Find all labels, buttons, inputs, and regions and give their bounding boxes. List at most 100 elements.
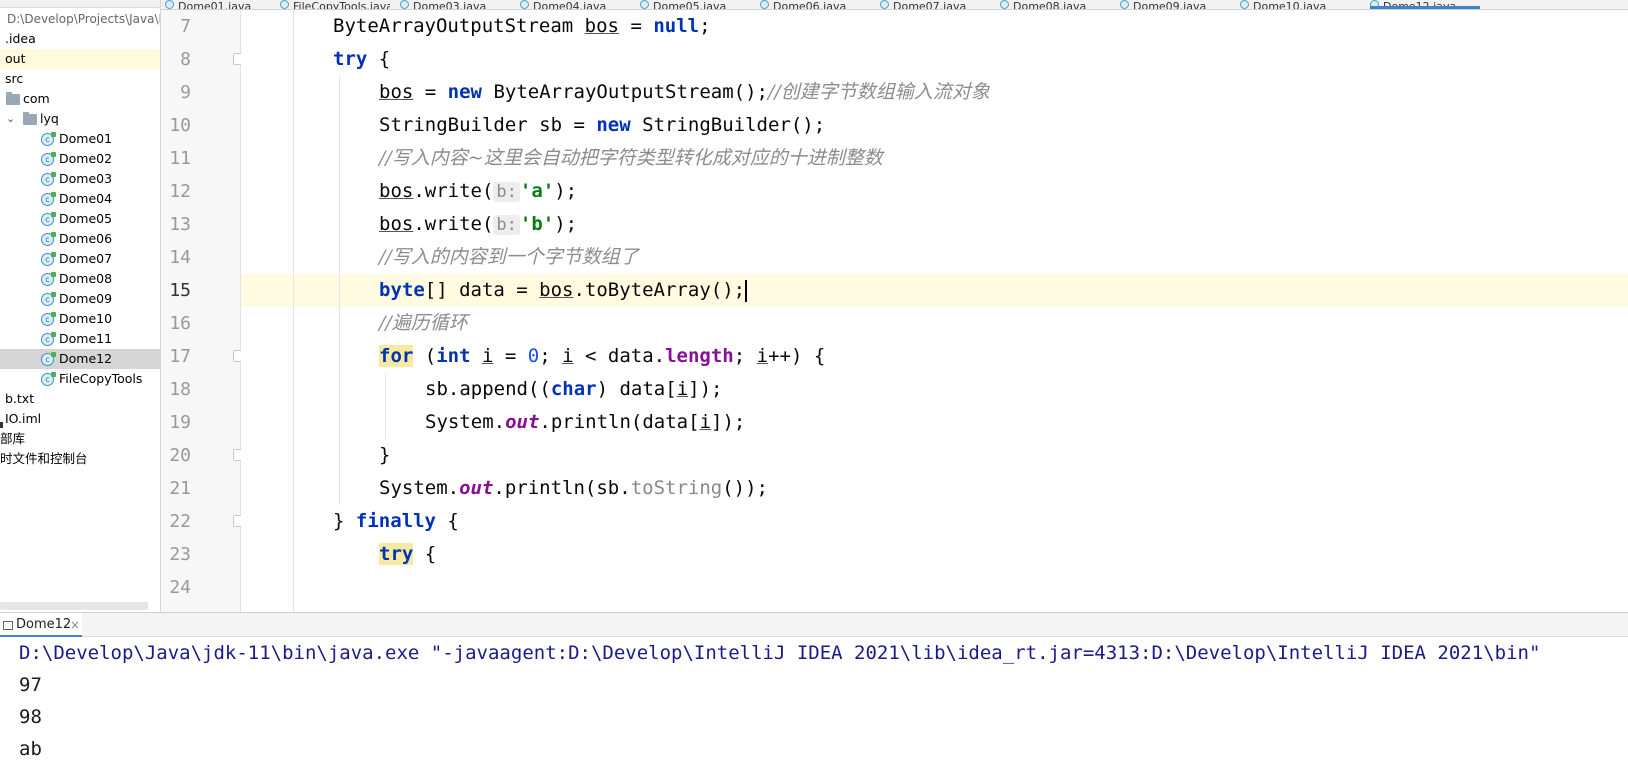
- java-class-icon: c: [41, 372, 56, 386]
- package-icon: [6, 92, 20, 105]
- editor-gutter: 7 8 9 10 11 12 13 14 15 16 17 18 19 20 2…: [161, 10, 245, 612]
- java-class-icon: c: [41, 292, 56, 306]
- tree-item-b-txt[interactable]: b.txt: [0, 389, 160, 409]
- java-class-icon: [880, 0, 889, 9]
- java-class-icon: [640, 0, 649, 9]
- tree-item-idea[interactable]: .idea: [0, 29, 160, 49]
- line-number: 22: [169, 511, 191, 532]
- run-config-icon: [3, 621, 13, 630]
- line-number: 16: [169, 313, 191, 334]
- java-class-icon: c: [41, 192, 56, 206]
- tree-item-scratches[interactable]: 时文件和控制台: [0, 449, 160, 469]
- code-editor[interactable]: ByteArrayOutputStream bos = null; try { …: [241, 10, 1628, 612]
- tab-dome10[interactable]: Dome10.java: [1240, 0, 1350, 9]
- java-class-icon: c: [41, 352, 56, 366]
- line-number: 21: [169, 478, 191, 499]
- project-tree: D:\Develop\Projects\Java\I .idea out src…: [0, 0, 161, 612]
- text-caret: [745, 279, 748, 302]
- project-root-path[interactable]: D:\Develop\Projects\Java\I: [0, 9, 160, 29]
- tree-item-dome11[interactable]: c Dome11: [0, 329, 160, 349]
- tab-dome05[interactable]: Dome05.java: [640, 0, 750, 9]
- java-class-icon: [1370, 0, 1379, 6]
- line-number: 23: [169, 544, 191, 565]
- tree-item-dome02[interactable]: c Dome02: [0, 149, 160, 169]
- java-class-icon: [1120, 0, 1129, 9]
- tree-item-external-libraries[interactable]: 部库: [0, 429, 160, 449]
- tree-item-src[interactable]: src: [0, 69, 160, 89]
- line-number: 20: [169, 445, 191, 466]
- tree-item-io-iml[interactable]: IO.iml: [0, 409, 160, 429]
- tab-dome01[interactable]: Dome01.java: [165, 0, 275, 9]
- tree-item-out[interactable]: out: [0, 49, 160, 69]
- console-line: 98: [19, 706, 42, 728]
- code-line-8: try {: [333, 48, 391, 70]
- code-line-14: //写入的内容到一个字节数组了: [379, 246, 639, 268]
- tree-item-dome07[interactable]: c Dome07: [0, 249, 160, 269]
- chevron-down-icon[interactable]: ⌄: [6, 109, 15, 129]
- tree-item-dome09[interactable]: c Dome09: [0, 289, 160, 309]
- tree-item-dome04[interactable]: c Dome04: [0, 189, 160, 209]
- line-number: 19: [169, 412, 191, 433]
- code-line-16: //遍历循环: [379, 312, 468, 334]
- java-class-icon: [760, 0, 769, 9]
- java-class-icon: [280, 0, 289, 9]
- indent-guide: [339, 76, 340, 505]
- code-line-12: bos.write(b:'a');: [379, 180, 578, 202]
- tab-dome09[interactable]: Dome09.java: [1120, 0, 1230, 9]
- line-number: 7: [180, 16, 191, 37]
- tree-item-com[interactable]: com: [0, 89, 160, 109]
- java-class-icon: c: [41, 232, 56, 246]
- line-number-current: 15: [169, 280, 191, 301]
- code-line-7: ByteArrayOutputStream bos = null;: [333, 15, 711, 37]
- code-line-10: StringBuilder sb = new StringBuilder();: [379, 114, 826, 136]
- line-number: 12: [169, 181, 191, 202]
- tree-item-dome08[interactable]: c Dome08: [0, 269, 160, 289]
- code-line-11: //写入内容~这里会自动把字符类型转化成对应的十进制整数: [379, 147, 883, 169]
- console-line: D:\Develop\Java\jdk-11\bin\java.exe "-ja…: [19, 642, 1541, 664]
- tree-item-dome06[interactable]: c Dome06: [0, 229, 160, 249]
- tree-item-dome05[interactable]: c Dome05: [0, 209, 160, 229]
- line-number: 8: [180, 49, 191, 70]
- tab-dome03[interactable]: Dome03.java: [400, 0, 510, 9]
- line-number: 18: [169, 379, 191, 400]
- java-class-icon: c: [41, 212, 56, 226]
- tab-dome07[interactable]: Dome07.java: [880, 0, 990, 9]
- tree-item-dome01[interactable]: c Dome01: [0, 129, 160, 149]
- tab-filecopytools[interactable]: FileCopyTools.java: [280, 0, 390, 9]
- tree-item-filecopytools[interactable]: c FileCopyTools: [0, 369, 160, 389]
- tree-item-lyq[interactable]: ⌄ lyq: [0, 109, 160, 129]
- java-class-icon: c: [41, 312, 56, 326]
- java-class-icon: [165, 0, 174, 9]
- code-line-13: bos.write(b:'b');: [379, 213, 578, 235]
- close-icon[interactable]: ×: [70, 613, 80, 637]
- java-class-icon: [520, 0, 529, 9]
- code-line-22: } finally {: [333, 510, 459, 532]
- tab-dome06[interactable]: Dome06.java: [760, 0, 870, 9]
- tab-dome08[interactable]: Dome08.java: [1000, 0, 1110, 9]
- tree-item-dome12[interactable]: c Dome12: [0, 349, 160, 369]
- code-line-15: byte[] data = bos.toByteArray();: [379, 279, 748, 302]
- console-line: ab: [19, 738, 42, 760]
- run-console[interactable]: D:\Develop\Java\jdk-11\bin\java.exe "-ja…: [0, 637, 1628, 784]
- tree-item-dome03[interactable]: c Dome03: [0, 169, 160, 189]
- code-line-17: for (int i = 0; i < data.length; i++) {: [379, 345, 826, 367]
- line-number: 24: [169, 577, 191, 598]
- tab-dome12[interactable]: Dome12.java: [1370, 0, 1480, 9]
- code-line-21: System.out.println(sb.toString());: [379, 477, 768, 499]
- editor-tab-strip: Dome01.java FileCopyTools.java Dome03.ja…: [160, 0, 1628, 10]
- java-class-icon: c: [41, 272, 56, 286]
- code-line-9: bos = new ByteArrayOutputStream();//创建字节…: [379, 81, 990, 103]
- java-class-icon: c: [41, 132, 56, 146]
- tree-item-dome10[interactable]: c Dome10: [0, 309, 160, 329]
- java-class-icon: c: [41, 172, 56, 186]
- java-class-icon: [1000, 0, 1009, 9]
- code-line-23: try {: [379, 543, 437, 565]
- line-number: 9: [180, 82, 191, 103]
- project-toolbar: [0, 0, 160, 8]
- tab-dome04[interactable]: Dome04.java: [520, 0, 630, 9]
- run-tab-dome12[interactable]: Dome12 ×: [0, 613, 82, 637]
- line-number: 10: [169, 115, 191, 136]
- project-horizontal-scrollbar[interactable]: [0, 602, 148, 610]
- package-icon: [23, 112, 37, 125]
- line-number: 13: [169, 214, 191, 235]
